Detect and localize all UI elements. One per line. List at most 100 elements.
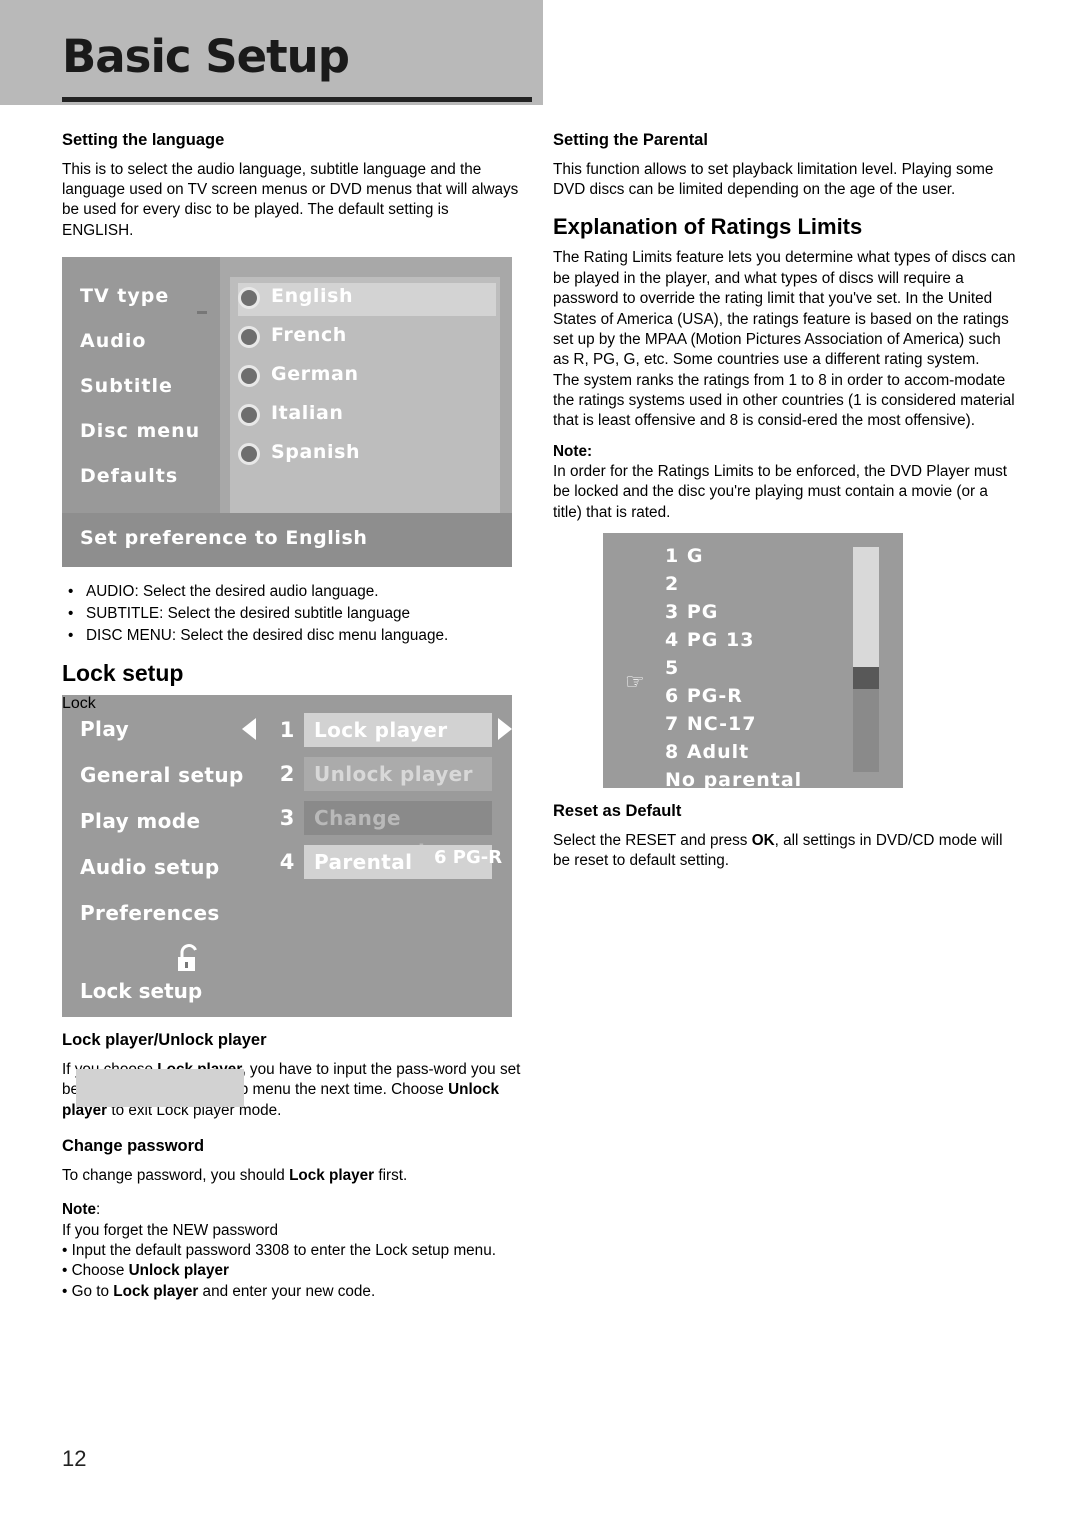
menu-item-disc-menu[interactable]: Disc menu (80, 420, 200, 442)
row-number: 2 (279, 762, 295, 787)
menu-dash-marker (197, 311, 207, 315)
language-option-italian[interactable]: Italian (238, 400, 496, 433)
note-paragraph: In order for the Ratings Limits to be en… (553, 462, 1008, 521)
text-bold: Lock player (289, 1166, 375, 1184)
ratings-limit-screen: 1 G 2 3 PG 4 PG 13 5 ☞ 6 PG-R 7 NC-17 8 … (603, 532, 903, 791)
lock-row-lock-player[interactable]: 1 Lock player (242, 713, 512, 748)
note-label: Note (62, 1201, 96, 1219)
menu-item-defaults[interactable]: Defaults (80, 465, 178, 487)
radio-icon (238, 443, 260, 466)
lock-row-unlock-player[interactable]: 2 Unlock player (274, 757, 492, 792)
language-option-french[interactable]: French (238, 322, 496, 355)
language-bullet-list: AUDIO: Select the desired audio language… (62, 581, 522, 646)
radio-icon (238, 404, 260, 427)
rating-option-1g[interactable]: 1 G (665, 545, 703, 567)
note-label: Note: (553, 442, 593, 460)
lock-row-change-password[interactable]: 3 Change password (274, 801, 492, 864)
text-bold: OK (751, 831, 775, 849)
option-label: Italian (271, 402, 344, 425)
note-line-3: • Choose Unlock player (62, 1261, 522, 1281)
menu-item-audio-setup[interactable]: Audio setup (80, 855, 220, 879)
ratings-paragraph-2: The system ranks the ratings from 1 to 8… (553, 371, 1015, 430)
setting-parental-heading: Setting the Parental (553, 131, 708, 149)
setting-language-paragraph: This is to select the audio language, su… (62, 160, 519, 239)
rating-option-6pgr[interactable]: 6 PG-R (665, 685, 743, 707)
change-password-heading: Change password (62, 1137, 205, 1156)
text-run: To change password, you should (62, 1166, 290, 1184)
row-label: Change password (304, 801, 492, 864)
note-line-4: • Go to Lock player and enter your new c… (62, 1282, 522, 1302)
scrollbar-lower (853, 688, 879, 772)
text-run: and enter your new code. (198, 1282, 376, 1300)
menu-item-lock[interactable]: Lock (62, 695, 512, 713)
radio-icon (238, 365, 260, 388)
lock-unlock-heading: Lock player/Unlock player (62, 1031, 267, 1050)
menu-item-tv-type[interactable]: TV type (80, 285, 169, 307)
setting-language-heading: Setting the language (62, 131, 225, 149)
note-line-1: If you forget the NEW password (62, 1221, 278, 1239)
left-column: Setting the language This is to select t… (62, 131, 522, 1302)
option-label: English (271, 285, 354, 308)
text-run: • Choose (62, 1262, 129, 1280)
option-label: German (271, 363, 359, 386)
parental-rating-badge: 6 PG-R (434, 847, 503, 869)
menu-item-play-mode[interactable]: Play mode (80, 809, 200, 833)
menu-item-general-setup[interactable]: General setup (80, 763, 244, 787)
ratings-paragraph-1: The Rating Limits feature lets you deter… (553, 249, 1016, 369)
rating-option-7nc17[interactable]: 7 NC-17 (665, 713, 756, 735)
reset-default-heading: Reset as Default (553, 801, 682, 820)
lock-status-text: Lock setup (80, 979, 203, 1004)
arrow-left-icon (242, 718, 256, 741)
rating-option-3pg[interactable]: 3 PG (665, 601, 718, 623)
lock-setup-heading: Lock setup (62, 660, 184, 687)
setting-parental-paragraph: This function allows to set playback lim… (553, 160, 994, 199)
arrow-right-icon (498, 718, 512, 741)
rating-option-4pg13[interactable]: 4 PG 13 (665, 629, 754, 651)
text-run: : (96, 1201, 101, 1219)
language-status-text: Set preference to English (80, 527, 368, 550)
row-label: Lock player (304, 713, 492, 748)
language-status-bar: Set preference to English (62, 513, 512, 568)
row-number: 1 (279, 718, 295, 743)
page-header: Basic Setup (0, 0, 543, 105)
list-item: AUDIO: Select the desired audio language… (62, 581, 522, 603)
scrollbar-thumb[interactable] (853, 666, 879, 689)
language-setup-screen: TV type Audio Subtitle Disc menu Default… (62, 257, 512, 568)
text-run: first. (374, 1166, 408, 1184)
lock-menu-item-highlight (76, 1069, 244, 1108)
option-label: Spanish (271, 441, 361, 464)
rating-option-2[interactable]: 2 (665, 573, 679, 595)
option-label: French (271, 324, 347, 347)
note-label-line: Note: (62, 1200, 522, 1220)
note-line-2: • Input the default password 3308 to ent… (62, 1241, 496, 1259)
pointing-hand-icon: ☞ (625, 668, 645, 694)
language-option-english[interactable]: English (238, 283, 496, 317)
radio-icon (238, 326, 260, 349)
text-run: Select the RESET and press (553, 831, 752, 849)
rating-option-5[interactable]: 5 (665, 657, 679, 679)
change-password-paragraph: To change password, you should Lock play… (62, 1166, 522, 1186)
page-number: 12 (62, 1446, 87, 1471)
right-column: Setting the Parental This function allow… (553, 131, 1018, 881)
note-heading: Note: (553, 442, 1018, 462)
header-rule (62, 97, 532, 102)
radio-icon (238, 287, 260, 310)
menu-item-subtitle[interactable]: Subtitle (80, 375, 173, 397)
text-bold: Lock player (113, 1282, 199, 1300)
list-item: DISC MENU: Select the desired disc menu … (62, 625, 522, 647)
page-title: Basic Setup (62, 30, 350, 83)
text-run: • Go to (62, 1282, 114, 1300)
lock-setup-screen: Play General setup Play mode Audio setup… (62, 695, 512, 1108)
row-number: 4 (279, 850, 295, 875)
rating-option-8adult[interactable]: 8 Adult (665, 741, 749, 763)
menu-item-preferences[interactable]: Preferences (80, 901, 220, 925)
rating-option-noparental[interactable]: No parental (665, 769, 802, 791)
ratings-limits-heading: Explanation of Ratings Limits (553, 214, 863, 240)
language-option-spanish[interactable]: Spanish (238, 439, 496, 472)
text-bold: Unlock player (128, 1262, 229, 1280)
language-option-german[interactable]: German (238, 361, 496, 394)
menu-item-audio[interactable]: Audio (80, 330, 146, 352)
menu-item-play[interactable]: Play (80, 717, 129, 741)
padlock-icon (178, 944, 197, 972)
language-options-panel: English French German Italian Spanish (230, 277, 500, 516)
